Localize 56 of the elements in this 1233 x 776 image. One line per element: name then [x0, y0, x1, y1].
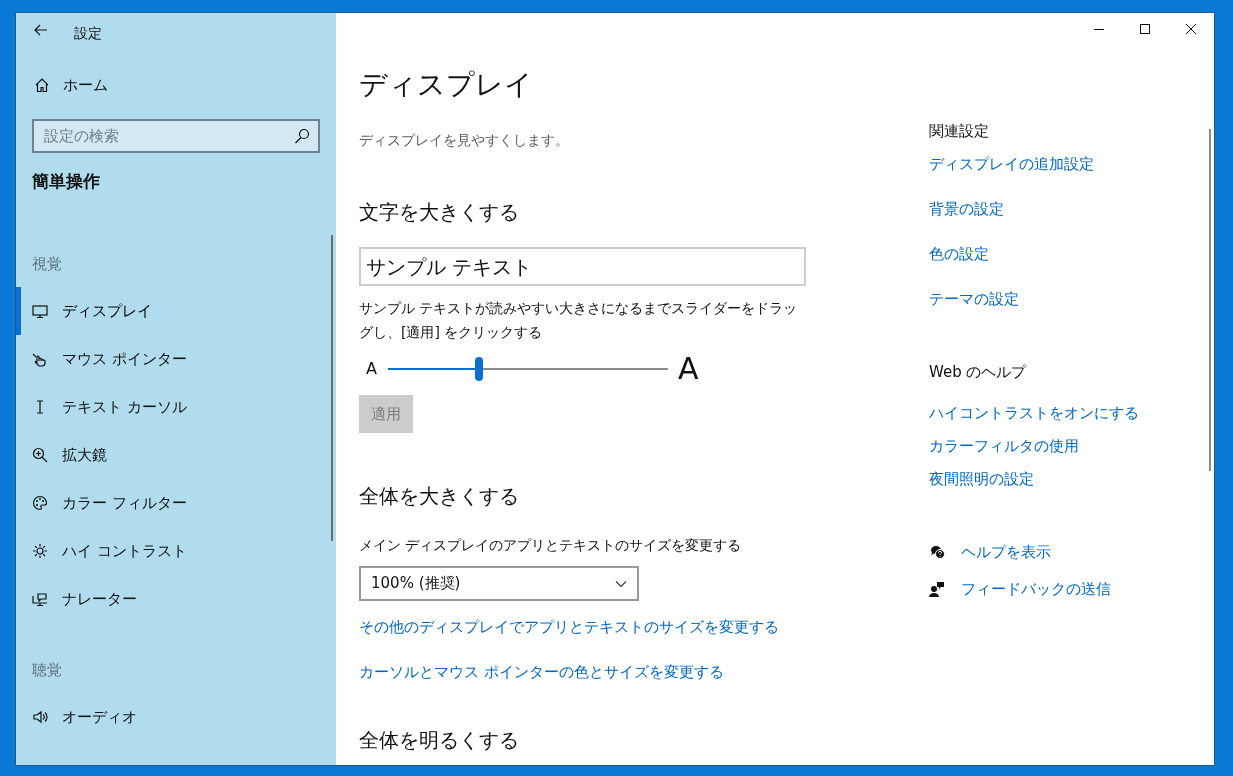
sidebar-item[interactable]: マウス ポインター [16, 335, 336, 383]
field-label: メイン ディスプレイのアプリとテキストのサイズを変更する [359, 536, 742, 555]
help-chat-icon [929, 544, 945, 560]
web-help-heading: Web のヘルプ [929, 362, 1027, 382]
sidebar-item[interactable]: テキスト カーソル [16, 383, 336, 431]
section-heading: 全体を大きくする [359, 483, 519, 510]
small-a-label: A [366, 358, 377, 380]
related-link[interactable]: 背景の設定 [929, 199, 1004, 219]
palette-icon [32, 495, 48, 511]
home-icon [34, 77, 50, 93]
search-icon [294, 128, 310, 144]
related-settings-heading: 関連設定 [929, 121, 989, 141]
support-link[interactable]: フィードバックの送信 [929, 579, 1111, 599]
window-title: 設定 [74, 23, 102, 43]
page-subtitle: ディスプレイを見やすくします。 [359, 131, 569, 150]
search-field[interactable]: 設定の検索 [32, 119, 320, 153]
scale-dropdown[interactable]: 100% (推奨) [359, 566, 639, 601]
hand-pointer-icon [32, 351, 48, 367]
sidebar-item[interactable]: カラー フィルター [16, 479, 336, 527]
page-title: ディスプレイ [359, 67, 533, 103]
settings-link[interactable]: その他のディスプレイでアプリとテキストのサイズを変更する [359, 617, 779, 637]
related-link[interactable]: 色の設定 [929, 244, 989, 264]
monitor-icon [32, 303, 48, 319]
group-heading: 聴覚 [32, 659, 62, 681]
maximize-icon [1140, 24, 1150, 34]
section-heading: 文字を大きくする [359, 199, 519, 226]
section-title: 簡単操作 [32, 170, 100, 194]
section-heading: 全体を明るくする [359, 727, 519, 754]
related-link[interactable]: テーマの設定 [929, 289, 1019, 309]
sidebar-item[interactable]: オーディオ [16, 693, 336, 741]
scrollbar[interactable] [331, 235, 333, 541]
chevron-down-icon [615, 579, 627, 588]
settings-link[interactable]: カーソルとマウス ポインターの色とサイズを変更する [359, 662, 724, 682]
sample-text-box: サンプル テキスト [359, 247, 806, 286]
support-link[interactable]: ヘルプを表示 [929, 542, 1051, 562]
monitor-speech-icon [32, 591, 48, 607]
text-size-slider[interactable] [385, 357, 670, 381]
sun-icon [32, 543, 48, 559]
slider-instructions: サンプル テキストが読みやすい大きさになるまでスライダーをドラッグし、[適用] をクリックする [359, 299, 799, 342]
help-link[interactable]: ハイコントラストをオンにする [929, 403, 1139, 423]
related-link[interactable]: ディスプレイの追加設定 [929, 154, 1094, 174]
help-link[interactable]: カラーフィルタの使用 [929, 436, 1079, 456]
close-icon [1186, 24, 1196, 34]
magnifier-icon [32, 447, 48, 463]
sidebar-item[interactable]: 拡大鏡 [16, 431, 336, 479]
scrollbar[interactable] [1209, 129, 1211, 471]
slider-thumb[interactable] [474, 357, 483, 381]
help-link[interactable]: 夜間照明の設定 [929, 469, 1034, 489]
sidebar-item[interactable]: ナレーター [16, 575, 336, 623]
home-nav-item[interactable]: ホーム [16, 61, 336, 109]
speaker-icon [32, 709, 48, 725]
back-arrow-icon [34, 24, 48, 36]
group-heading: 視覚 [32, 253, 62, 275]
sidebar-item[interactable]: ハイ コントラスト [16, 527, 336, 575]
person-feedback-icon [929, 581, 945, 597]
large-a-label: A [677, 353, 699, 385]
